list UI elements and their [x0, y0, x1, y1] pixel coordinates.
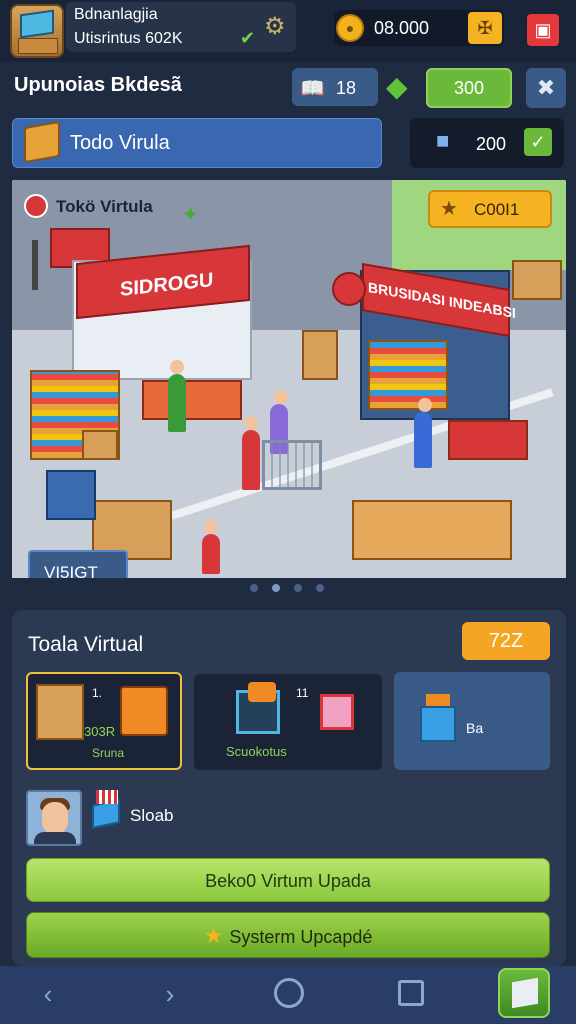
- shopping-cart: [262, 440, 322, 490]
- counter-value: 200: [476, 134, 507, 154]
- bag-icon: [248, 682, 276, 702]
- chevron-right-icon[interactable]: ›: [148, 974, 192, 1014]
- green-resource-button[interactable]: 300: [426, 68, 512, 108]
- crate-icon: ■: [436, 128, 450, 153]
- menu-button[interactable]: ▣: [527, 14, 559, 46]
- game-subtitle: Utisrintus 602K: [74, 30, 183, 47]
- carousel-pager[interactable]: [250, 584, 324, 592]
- panel-badge[interactable]: 72Z: [462, 622, 550, 660]
- star-score: C00I1: [474, 200, 520, 219]
- gem-icon: ◆: [386, 71, 408, 102]
- panel-title: Toala Virtual: [28, 633, 144, 656]
- shopper: [242, 430, 260, 490]
- leaf-icon: ✔: [240, 28, 256, 48]
- package-icon: [420, 706, 456, 742]
- leaf-icon: ✦: [182, 204, 199, 226]
- section-title: Upunoias Bkdesã: [14, 74, 182, 96]
- book-value: 18: [336, 78, 357, 98]
- card-text: 303R: [84, 724, 116, 739]
- game-logo[interactable]: [10, 4, 64, 58]
- box-icon: [24, 120, 60, 164]
- card-text: Ba: [466, 720, 484, 736]
- gift-icon: [92, 790, 122, 829]
- crate: [302, 330, 338, 380]
- book-icon: 📖: [300, 78, 325, 100]
- shopper: [168, 374, 186, 432]
- location-pin-icon: [24, 194, 48, 218]
- box-icon: [36, 684, 84, 740]
- shopper: [202, 534, 220, 574]
- carousel-dot[interactable]: [316, 584, 324, 592]
- carousel-dot[interactable]: [294, 584, 302, 592]
- virtual-upgrade-button[interactable]: Beko0 Virtum Upada: [26, 858, 550, 902]
- check-button[interactable]: ✓: [524, 128, 552, 156]
- game-title: Bdnanlagjia: [74, 6, 158, 23]
- system-upgrade-button[interactable]: ★ Systerm Upcapdé: [26, 912, 550, 958]
- home-circle-icon[interactable]: [274, 978, 304, 1008]
- coin-value: 08.000: [374, 18, 430, 38]
- store-scene[interactable]: SIDROGU BRUSIDASI INDEABSI: [12, 180, 566, 600]
- card-number: 11: [296, 686, 309, 700]
- star-icon: ★: [440, 198, 458, 220]
- display-table: [448, 420, 528, 460]
- crate: [82, 430, 118, 460]
- store-app-icon[interactable]: [498, 968, 550, 1018]
- system-upgrade-label: Systerm Upcapdé: [229, 927, 373, 947]
- lamp-shade: [332, 272, 366, 306]
- tools-button[interactable]: ✖: [526, 68, 566, 108]
- gear-icon[interactable]: ⚙: [264, 12, 286, 41]
- cart-icon: [320, 694, 354, 730]
- carousel-dots: [12, 578, 566, 606]
- card-text: Scuokotus: [226, 744, 287, 759]
- blue-cooler: [46, 470, 96, 520]
- truck-icon: [120, 686, 168, 736]
- pickaxe-button[interactable]: ✠: [468, 12, 502, 44]
- star-icon: ★: [203, 923, 224, 948]
- shelf: [368, 340, 448, 410]
- shopper: [414, 412, 432, 468]
- card-number: 1.: [92, 686, 103, 700]
- crate: [512, 260, 562, 300]
- avatar-label: Sloab: [130, 806, 174, 825]
- front-table: [352, 500, 512, 560]
- card-text: Sruna: [92, 746, 125, 760]
- recent-apps-icon[interactable]: [398, 980, 424, 1006]
- store-selector[interactable]: [12, 118, 382, 168]
- checkout-counter: [142, 380, 242, 420]
- store-label: Todo Virula: [70, 132, 170, 154]
- coin-icon: ●: [336, 14, 364, 42]
- avatar[interactable]: [26, 790, 82, 846]
- carousel-dot[interactable]: [272, 584, 280, 592]
- carousel-dot[interactable]: [250, 584, 258, 592]
- virtual-upgrade-label: Beko0 Virtum Upada: [205, 871, 371, 891]
- scene-store-label: Tokö Virtula: [56, 197, 153, 216]
- chevron-left-icon[interactable]: ‹: [26, 974, 70, 1014]
